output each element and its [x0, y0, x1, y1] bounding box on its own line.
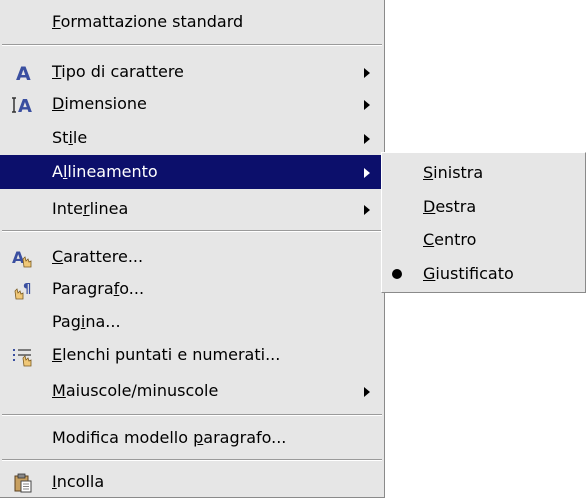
- menu-item-label: Centro: [423, 230, 477, 249]
- menu-item-label: Maiuscole/minuscole: [52, 381, 219, 400]
- menu-item-label: Destra: [423, 197, 477, 216]
- character-format-icon: A: [10, 240, 36, 274]
- paragraph-format-icon: ¶: [10, 272, 36, 306]
- submenu-arrow-icon: [364, 205, 370, 215]
- svg-text:¶: ¶: [23, 282, 31, 297]
- menu-item-carattere[interactable]: A Carattere...: [0, 240, 384, 274]
- bullets-numbering-icon: [10, 338, 36, 372]
- svg-text:A: A: [18, 96, 32, 116]
- menu-item-label: Paragrafo...: [52, 279, 145, 298]
- menu-item-label: Formattazione standard: [52, 12, 244, 31]
- menu-separator: [2, 44, 382, 46]
- menu-item-label: Dimensione: [52, 94, 147, 113]
- menu-item-label: Elenchi puntati e numerati...: [52, 345, 281, 364]
- menu-item-incolla[interactable]: Incolla: [0, 465, 384, 499]
- font-icon: A: [10, 55, 36, 89]
- submenu-arrow-icon: [364, 100, 370, 110]
- menu-item-tipo-di-carattere[interactable]: A Tipo di carattere: [0, 55, 384, 89]
- menu-item-label: Modifica modello paragrafo...: [52, 428, 287, 447]
- submenu-arrow-icon: [364, 134, 370, 144]
- menu-item-label: Incolla: [52, 472, 105, 491]
- menu-separator: [2, 230, 382, 232]
- menu-item-label: Carattere...: [52, 247, 144, 266]
- submenu-item-destra[interactable]: Destra: [382, 190, 585, 224]
- svg-text:A: A: [16, 63, 31, 84]
- context-menu: Formattazione standard A Tipo di caratte…: [0, 0, 385, 498]
- svg-text:A: A: [12, 248, 25, 267]
- menu-item-modifica-modello-paragrafo[interactable]: Modifica modello paragrafo...: [0, 421, 384, 455]
- menu-item-allineamento[interactable]: Allineamento: [0, 155, 384, 189]
- menu-item-formattazione-standard[interactable]: Formattazione standard: [0, 5, 384, 39]
- paste-icon: [10, 465, 36, 499]
- menu-item-pagina[interactable]: Pagina...: [0, 305, 384, 339]
- menu-separator: [2, 459, 382, 461]
- alignment-submenu: Sinistra Destra Centro Giustificato: [381, 152, 586, 293]
- menu-item-paragrafo[interactable]: ¶ Paragrafo...: [0, 272, 384, 306]
- submenu-item-giustificato[interactable]: Giustificato: [382, 257, 585, 291]
- submenu-arrow-icon: [364, 68, 370, 78]
- menu-item-interlinea[interactable]: Interlinea: [0, 192, 384, 226]
- submenu-arrow-icon: [364, 387, 370, 397]
- menu-item-maiuscole-minuscole[interactable]: Maiuscole/minuscole: [0, 374, 384, 408]
- menu-item-label: Interlinea: [52, 199, 129, 218]
- menu-separator: [2, 414, 382, 416]
- menu-item-label: Pagina...: [52, 312, 121, 331]
- submenu-arrow-icon: [364, 168, 370, 178]
- menu-item-label: Giustificato: [423, 264, 514, 283]
- menu-item-label: Tipo di carattere: [52, 62, 184, 81]
- radio-bullet-icon: [392, 269, 402, 279]
- menu-item-label: Stile: [52, 128, 88, 147]
- menu-item-stile[interactable]: Stile: [0, 121, 384, 155]
- menu-item-elenchi-puntati[interactable]: Elenchi puntati e numerati...: [0, 338, 384, 372]
- menu-item-label: Allineamento: [52, 162, 158, 181]
- menu-item-dimensione[interactable]: A Dimensione: [0, 87, 384, 121]
- menu-item-label: Sinistra: [423, 163, 484, 182]
- submenu-item-centro[interactable]: Centro: [382, 223, 585, 257]
- submenu-item-sinistra[interactable]: Sinistra: [382, 156, 585, 190]
- font-size-icon: A: [10, 87, 36, 121]
